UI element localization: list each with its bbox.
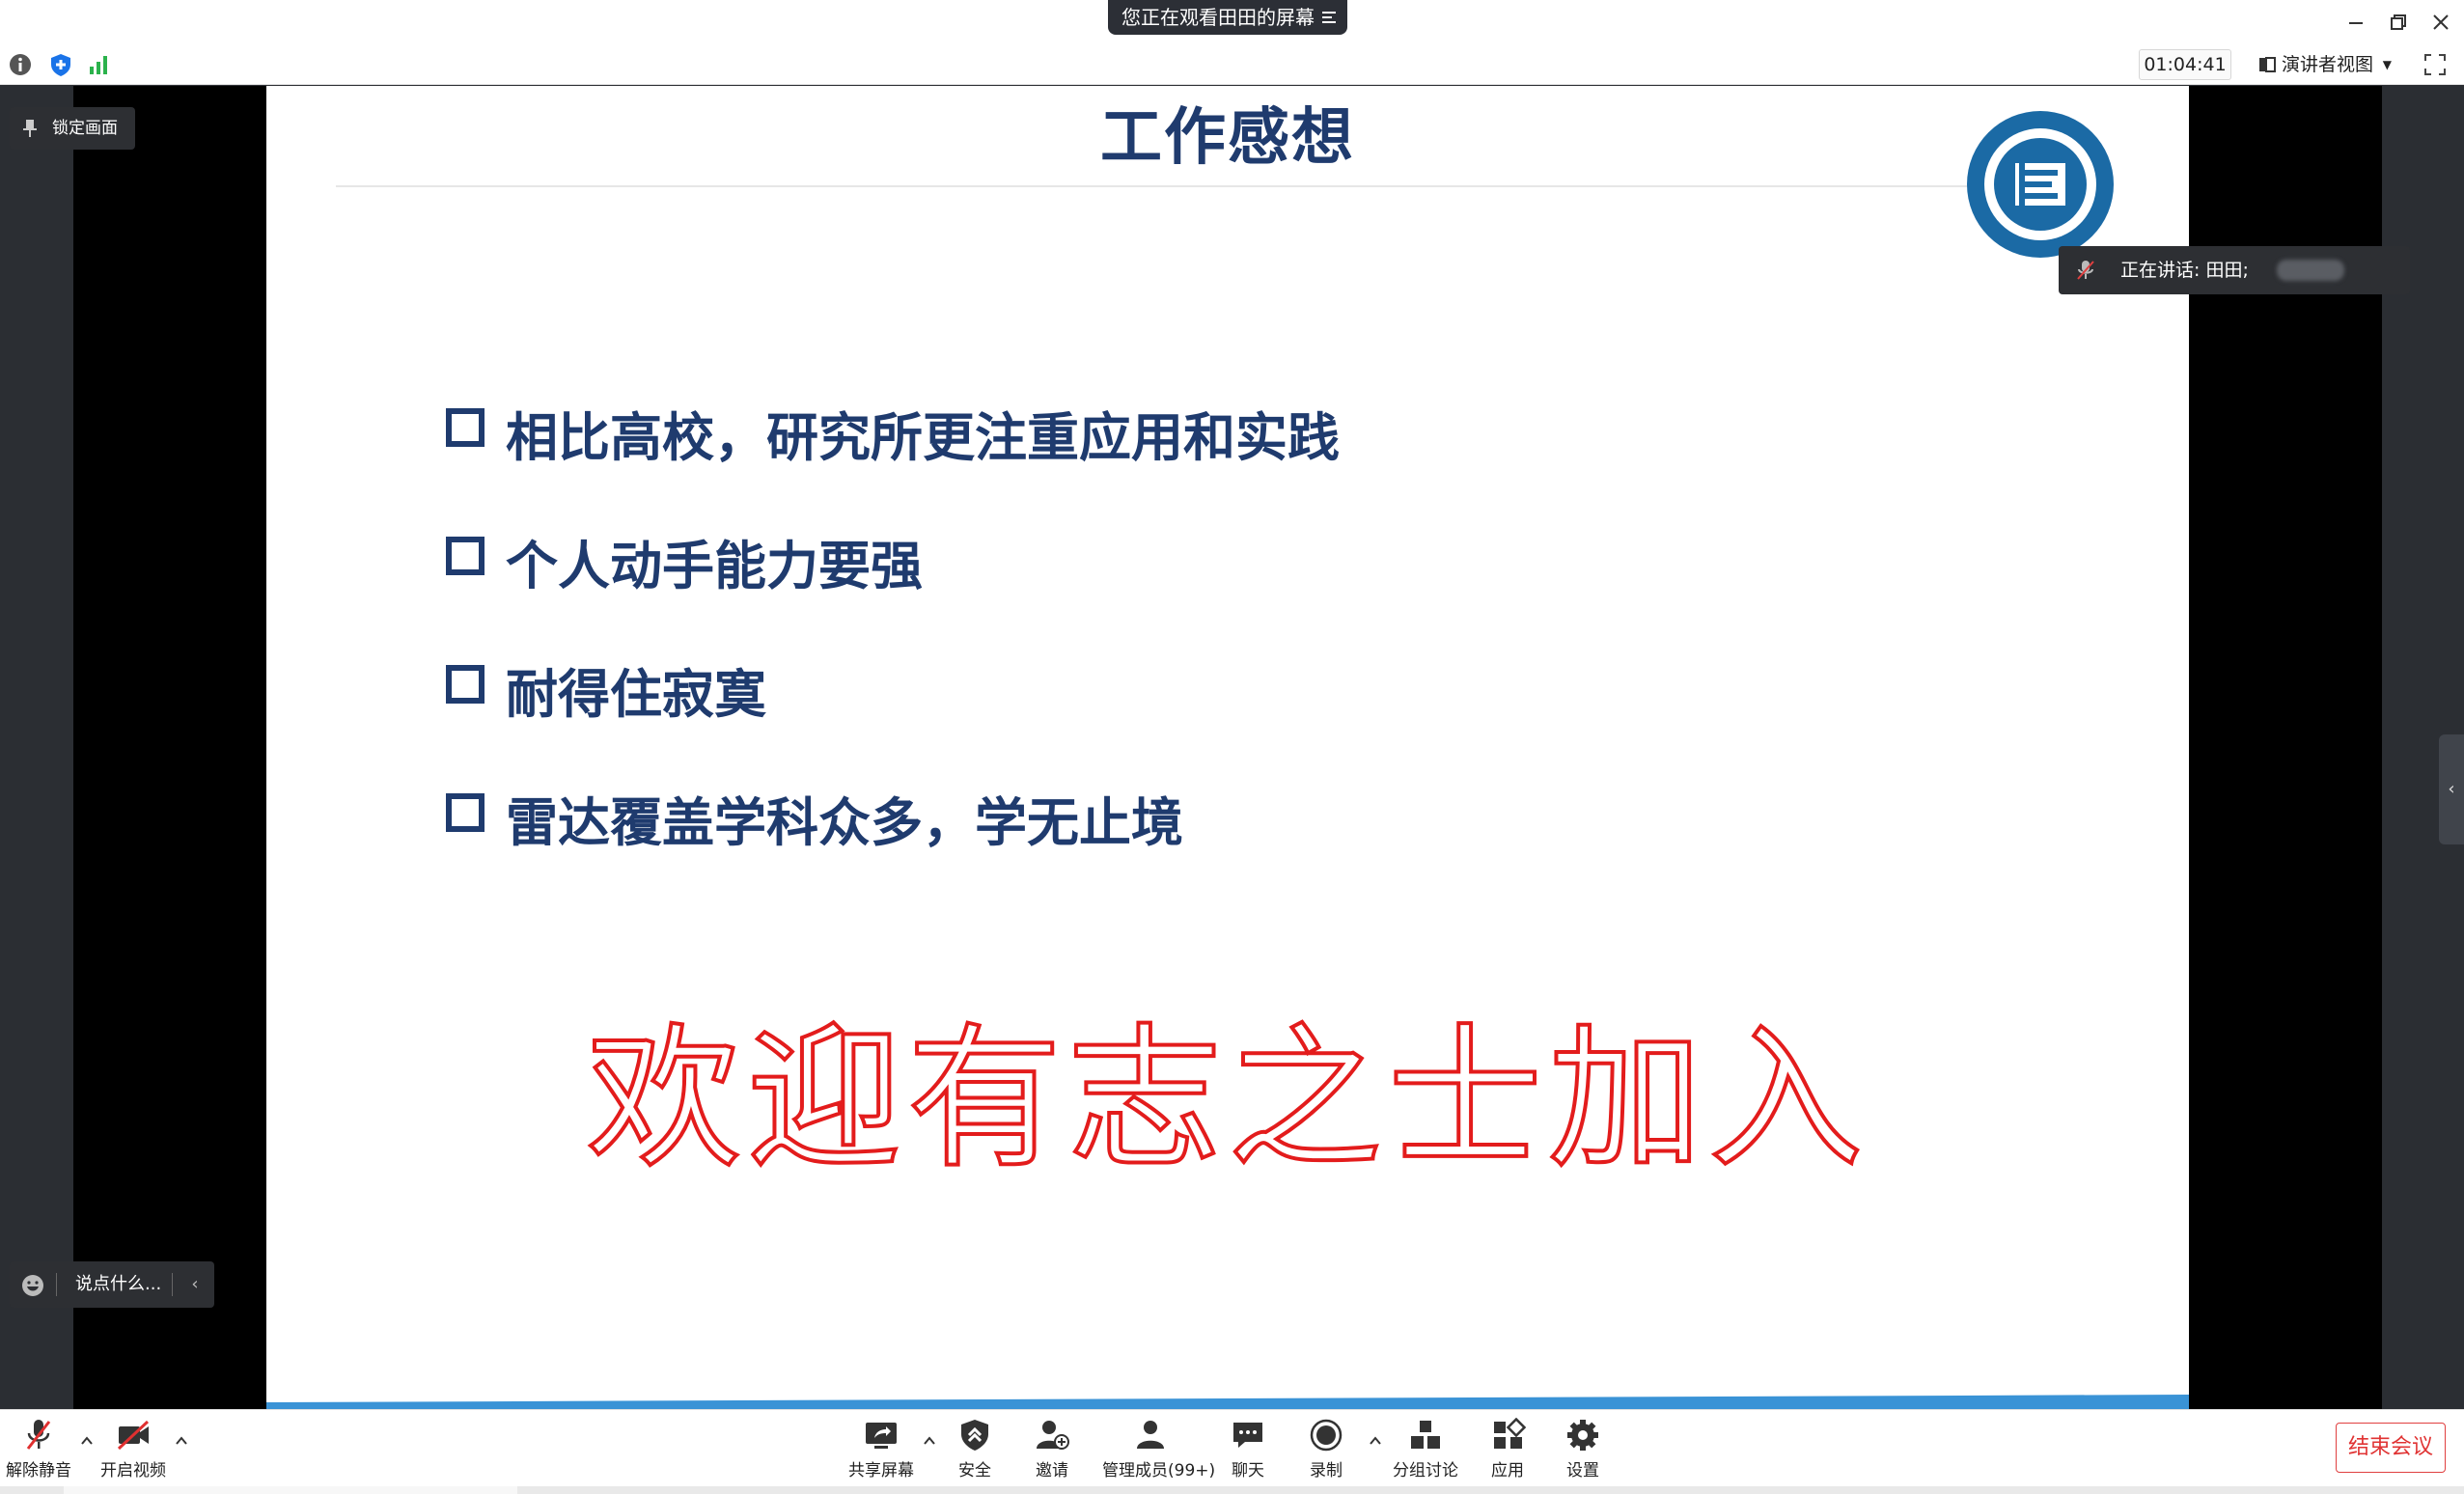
video-off-icon: [117, 1420, 150, 1451]
signal-icon[interactable]: [87, 52, 112, 77]
unmute-label: 解除静音: [6, 1461, 71, 1480]
chevron-left-icon[interactable]: ‹: [183, 1261, 207, 1308]
share-screen-button[interactable]: 共享屏幕: [833, 1418, 929, 1487]
fullscreen-icon[interactable]: [2422, 52, 2448, 77]
end-meeting-button[interactable]: 结束会议: [2336, 1423, 2446, 1473]
bullet-text: 耐得住寂寞: [506, 664, 766, 725]
info-icon[interactable]: [8, 52, 33, 77]
chat-input-chip[interactable]: 说点什么... ‹: [10, 1261, 214, 1308]
bullet-text: 相比高校，研究所更注重应用和实践: [506, 407, 1340, 468]
bullet-text: 雷达覆盖学科众多，学无止境: [506, 792, 1183, 853]
settings-label: 设置: [1566, 1461, 1599, 1480]
manage-members-label: 管理成员(99+): [1102, 1461, 1216, 1480]
banner-menu-icon[interactable]: [1320, 9, 1338, 26]
meeting-controls-bar: 解除静音 开启视频 共享屏幕 安全 邀请 管理成员(99+) 聊天 录制 分组讨…: [0, 1409, 2464, 1494]
minimize-icon[interactable]: [2341, 8, 2370, 37]
chevron-left-icon: ‹: [2448, 779, 2455, 799]
speaking-label: 正在讲话: 田田;: [2120, 260, 2249, 281]
title-divider: [336, 185, 2073, 187]
speaking-indicator: 正在讲话: 田田;: [2059, 246, 2410, 294]
share-screen-icon: [866, 1423, 897, 1449]
mic-muted-icon: [26, 1420, 51, 1450]
institute-logo: [1967, 111, 2114, 258]
welcome-slogan: 欢迎有志之士加入: [585, 1007, 1869, 1191]
slide-title: 工作感想: [1100, 102, 1355, 174]
share-screen-label: 共享屏幕: [848, 1461, 914, 1480]
invite-button[interactable]: 邀请: [1004, 1418, 1100, 1487]
divider: [172, 1273, 173, 1296]
start-video-button[interactable]: 开启视频: [85, 1418, 181, 1487]
chat-icon: [1233, 1423, 1262, 1448]
shield-icon[interactable]: [48, 52, 73, 77]
view-mode-label: 演讲者视图: [2282, 54, 2374, 75]
chevron-down-icon: ▼: [2382, 58, 2392, 71]
lock-screen-button[interactable]: 锁定画面: [10, 107, 135, 150]
slide-footer-stripe: [266, 1395, 2189, 1409]
presentation-slide: 工作感想 相比高校，研究所更注重应用和实践 个人动手能力要强 耐得住寂寞 雷达覆…: [266, 86, 2189, 1409]
viewing-banner-label: 您正在观看田田的屏幕: [1121, 6, 1315, 29]
restore-icon[interactable]: [2384, 8, 2413, 37]
blurred-name: [2277, 260, 2344, 281]
window-titlebar: 您正在观看田田的屏幕: [0, 0, 2464, 44]
shared-screen-stage: 工作感想 相比高校，研究所更注重应用和实践 个人动手能力要强 耐得住寂寞 雷达覆…: [0, 86, 2464, 1409]
mic-icon: [2077, 261, 2094, 280]
meeting-toolbar: 01:04:41 演讲者视图 ▼: [0, 44, 2464, 85]
pin-icon: [23, 120, 37, 137]
shield-icon: [961, 1420, 988, 1451]
settings-button[interactable]: 设置: [1535, 1418, 1631, 1487]
lock-screen-label: 锁定画面: [52, 119, 118, 138]
checkbox-bullet-icon: [446, 408, 484, 447]
meeting-timer: 01:04:41: [2139, 49, 2231, 80]
record-icon: [1310, 1419, 1343, 1452]
add-user-icon: [1037, 1421, 1069, 1450]
chat-placeholder[interactable]: 说点什么...: [75, 1261, 161, 1308]
record-button[interactable]: 录制: [1278, 1418, 1374, 1487]
breakout-icon: [1411, 1421, 1440, 1449]
invite-label: 邀请: [1036, 1461, 1068, 1480]
apps-icon: [1494, 1418, 1526, 1449]
bullet-text: 个人动手能力要强: [506, 536, 923, 596]
viewing-banner[interactable]: 您正在观看田田的屏幕: [1108, 0, 1347, 35]
divider: [56, 1273, 57, 1296]
record-label: 录制: [1310, 1461, 1343, 1480]
members-icon: [1137, 1421, 1164, 1449]
emoji-icon[interactable]: [21, 1274, 44, 1297]
checkbox-bullet-icon: [446, 537, 484, 575]
speaker-view-icon: [2259, 57, 2276, 72]
close-icon[interactable]: [2426, 8, 2455, 37]
start-video-label: 开启视频: [100, 1461, 166, 1480]
manage-members-button[interactable]: 管理成员(99+): [1102, 1418, 1216, 1487]
unmute-button[interactable]: 解除静音: [0, 1418, 87, 1487]
gear-icon: [1567, 1420, 1598, 1451]
side-panel-toggle[interactable]: ‹: [2439, 734, 2464, 844]
checkbox-bullet-icon: [446, 793, 484, 832]
view-mode-dropdown[interactable]: 演讲者视图 ▼: [2251, 49, 2397, 80]
chevron-up-icon[interactable]: [174, 1433, 189, 1449]
checkbox-bullet-icon: [446, 665, 484, 704]
